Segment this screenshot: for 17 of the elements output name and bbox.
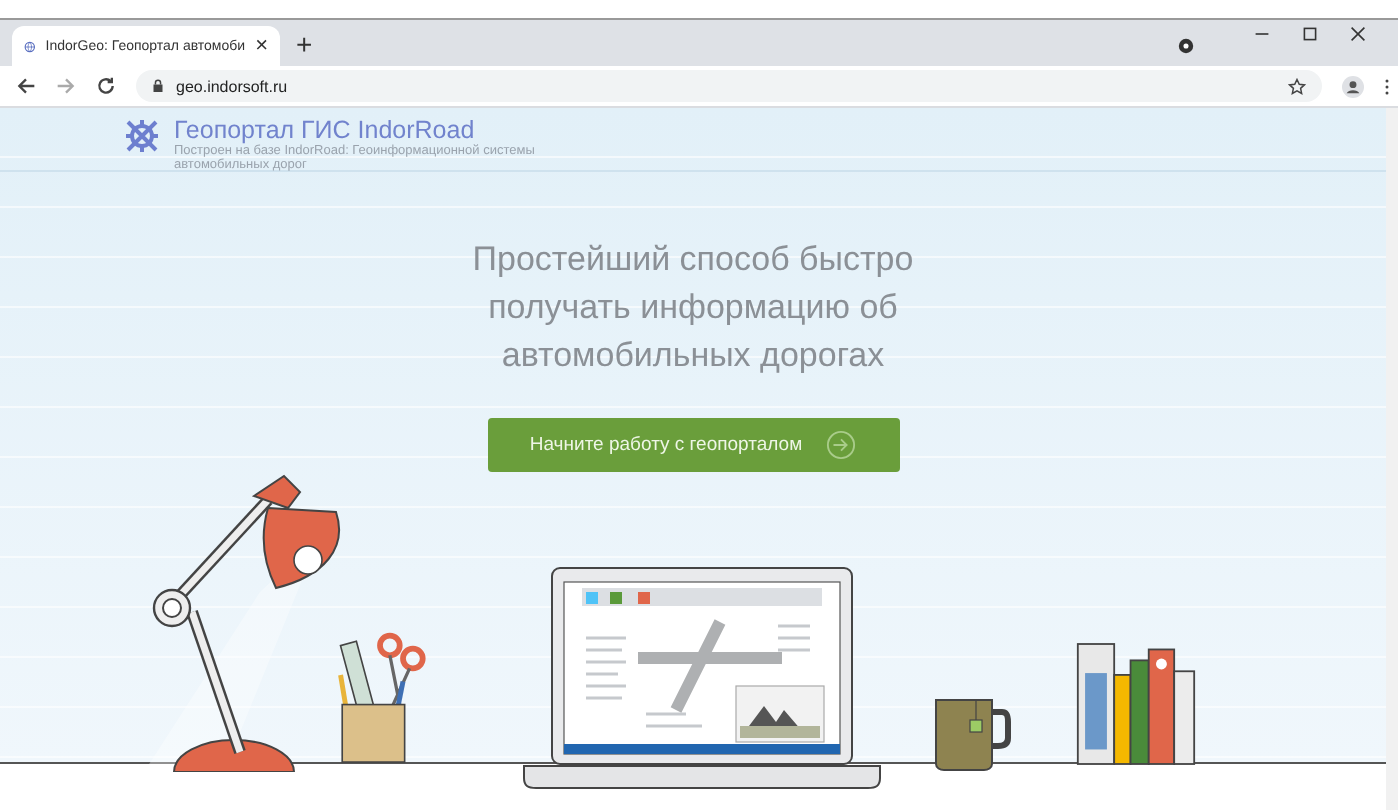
new-tab-button[interactable]: + (296, 28, 313, 60)
hero-headline: Простейший способ быстро получать информацию об автомобильных дорогах (471, 238, 915, 378)
lock-icon (152, 78, 164, 94)
close-icon[interactable] (1350, 26, 1366, 42)
reload-icon[interactable] (96, 76, 116, 96)
address-bar[interactable]: geo.indorsoft.ru (136, 70, 1322, 102)
record-icon[interactable] (1178, 38, 1194, 54)
menu-icon[interactable] (1384, 77, 1390, 95)
logo-icon[interactable] (122, 116, 162, 156)
globe-icon (24, 37, 36, 55)
arrow-circle-icon (826, 430, 857, 460)
url-text: geo.indorsoft.ru (176, 77, 288, 95)
tab-close-button[interactable]: × (255, 34, 268, 58)
star-icon[interactable] (1288, 77, 1306, 95)
back-arrow-icon[interactable] (16, 76, 36, 96)
maximize-icon[interactable] (1302, 26, 1318, 42)
profile-icon[interactable] (1342, 75, 1364, 97)
